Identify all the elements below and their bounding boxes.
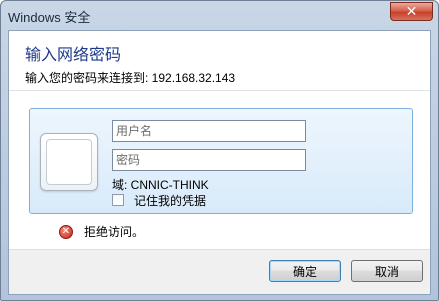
user-avatar (40, 133, 98, 191)
dialog-footer: 确定 取消 (9, 249, 430, 294)
close-button[interactable]: ✕ (390, 2, 433, 21)
close-icon: ✕ (405, 3, 418, 20)
cancel-button[interactable]: 取消 (351, 260, 423, 282)
error-message-row: ✕ 拒绝访问。 (59, 223, 144, 240)
dialog-header: 输入网络密码 输入您的密码来连接到: 192.168.32.143 (9, 31, 430, 91)
domain-label: 域: CNNIC-THINK (112, 178, 209, 192)
password-input[interactable] (112, 149, 306, 171)
dialog-content: 输入网络密码 输入您的密码来连接到: 192.168.32.143 域: CNN… (8, 30, 431, 295)
username-input[interactable] (112, 120, 306, 142)
remember-credentials-checkbox[interactable] (112, 194, 124, 206)
dialog-window: Windows 安全 ✕ 输入网络密码 输入您的密码来连接到: 192.168.… (0, 0, 439, 301)
remember-credentials-row[interactable]: 记住我的凭据 (112, 192, 206, 208)
title-bar[interactable]: Windows 安全 ✕ (1, 1, 438, 30)
error-message: 拒绝访问。 (84, 225, 145, 239)
avatar-placeholder-icon (46, 139, 92, 185)
error-icon: ✕ (59, 224, 73, 239)
credential-tile[interactable]: 域: CNNIC-THINK 记住我的凭据 (29, 108, 413, 214)
page-title: 输入网络密码 (25, 47, 122, 64)
connection-target-text: 输入您的密码来连接到: 192.168.32.143 (25, 71, 236, 85)
ok-button[interactable]: 确定 (269, 260, 341, 282)
remember-credentials-label[interactable]: 记住我的凭据 (134, 192, 206, 209)
window-title: Windows 安全 (8, 10, 91, 25)
